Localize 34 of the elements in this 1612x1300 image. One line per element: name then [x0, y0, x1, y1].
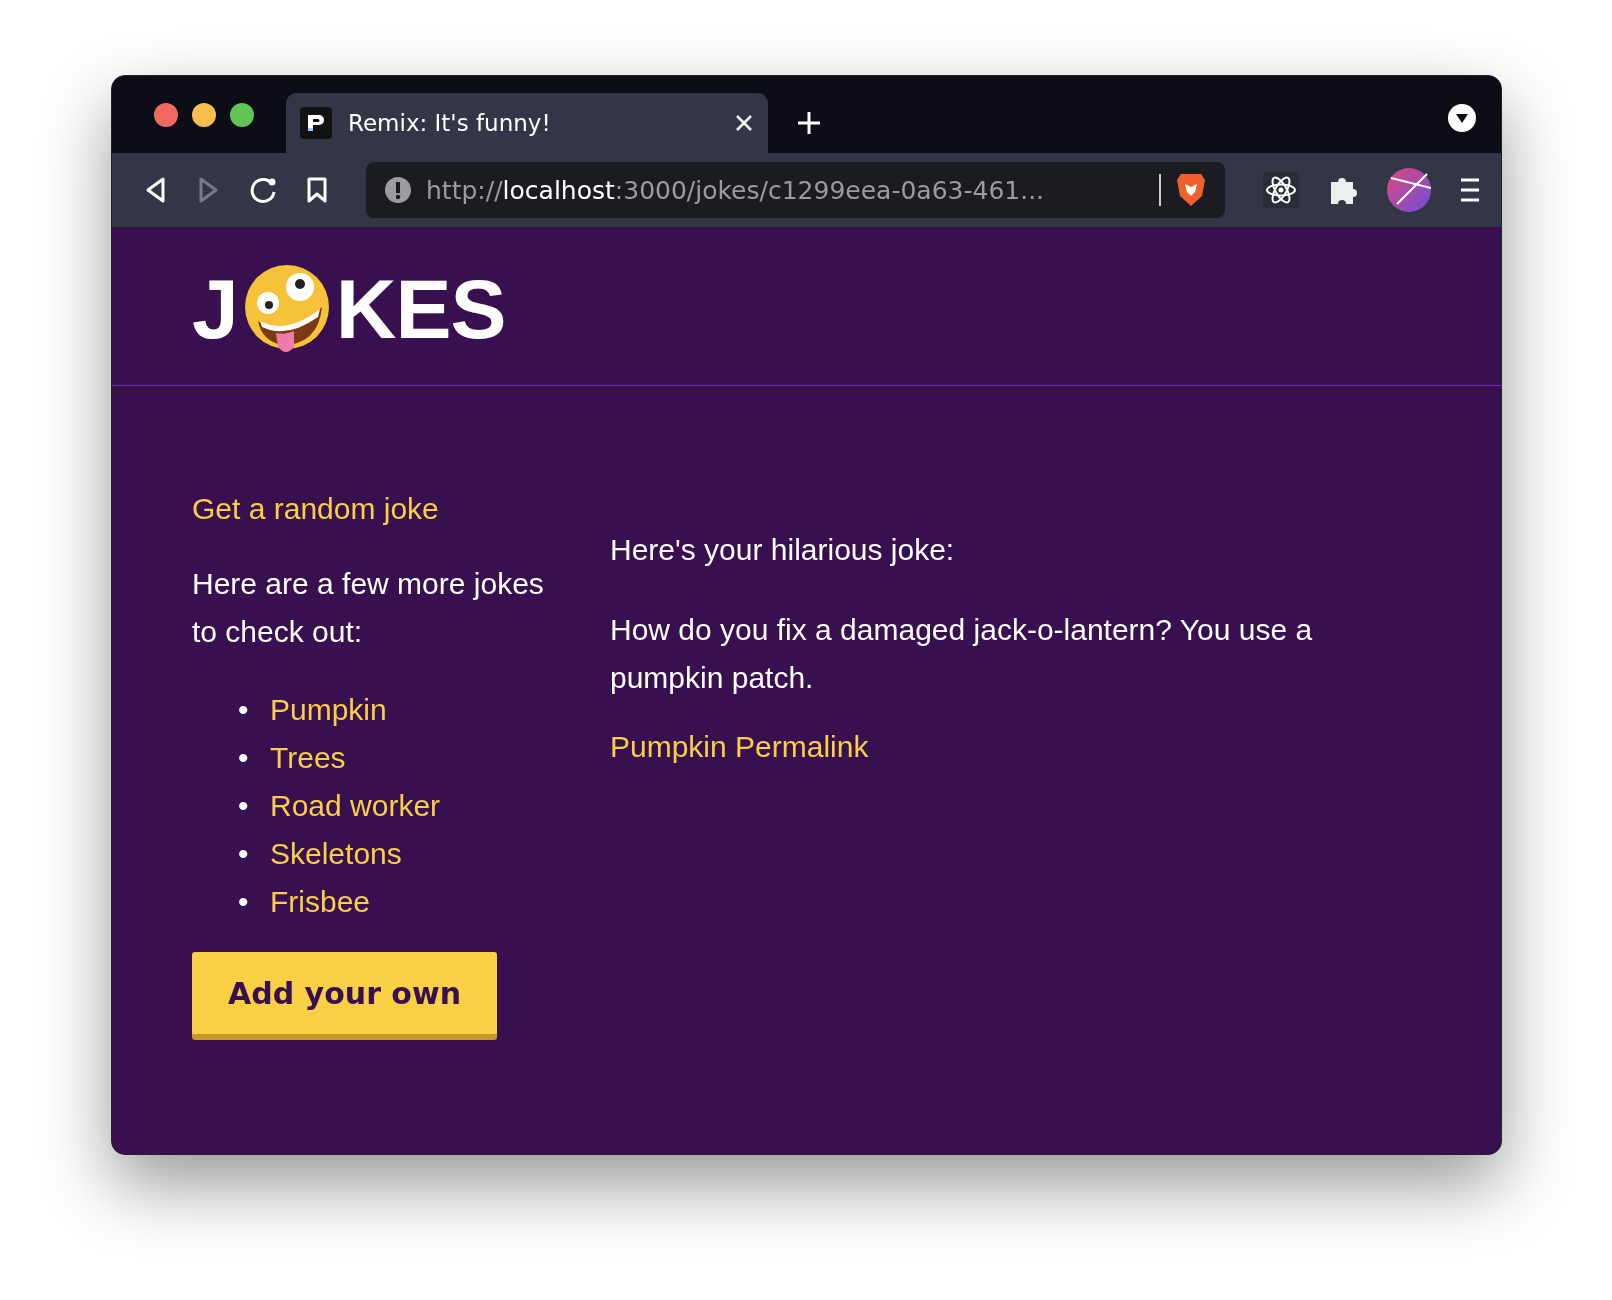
bullet: • [238, 740, 250, 776]
address-bar[interactable]: http://localhost:3000/jokes/c1299eea-0a63-461... [366, 162, 1225, 218]
minimize-light-icon [192, 102, 216, 127]
atom-icon[interactable] [1263, 172, 1299, 208]
joke-link[interactable]: Road worker [270, 782, 441, 830]
joke-link[interactable]: Skeletons [270, 830, 402, 878]
tab-menu-icon[interactable] [1447, 103, 1477, 133]
joke-heading: Here's your hilarious joke: [610, 532, 956, 568]
joke-link[interactable]: Frisbee [270, 878, 371, 926]
tab-title: Remix: It's funny! [348, 110, 552, 136]
bullet: • [238, 836, 250, 872]
profile-avatar-icon[interactable] [1387, 168, 1431, 212]
zoom-light-icon [230, 102, 254, 127]
warning-icon [384, 176, 412, 204]
browser-tab[interactable]: Remix: It's funny! [286, 93, 768, 153]
reload-icon[interactable] [248, 175, 278, 205]
new-tab-icon[interactable] [796, 110, 822, 136]
site-logo: J KES [192, 260, 506, 358]
permalink-link[interactable]: Pumpkin Permalink [610, 730, 869, 764]
intro-text: Here are a few more jokes to check out: [192, 566, 545, 650]
bullet: • [238, 692, 250, 728]
random-joke-link[interactable]: Get a random joke [192, 492, 439, 526]
joke-link[interactable]: Pumpkin [270, 686, 387, 734]
joke-link[interactable]: Trees [270, 734, 346, 782]
bookmark-icon[interactable] [306, 176, 328, 204]
url-text: http://localhost:3000/jokes/c1299eea-0a63-461... [426, 175, 1046, 205]
bullet: • [238, 788, 250, 824]
joke-text: How do you fix a damaged jack-o-lantern? You use a pumpkin patch. [610, 612, 1314, 696]
bullet: • [238, 884, 250, 920]
back-icon[interactable] [144, 176, 168, 204]
add-joke-button[interactable]: Add your own [192, 952, 498, 1040]
menu-icon[interactable] [1459, 177, 1481, 203]
close-light-icon [154, 102, 178, 127]
close-tab-icon[interactable] [734, 113, 754, 133]
